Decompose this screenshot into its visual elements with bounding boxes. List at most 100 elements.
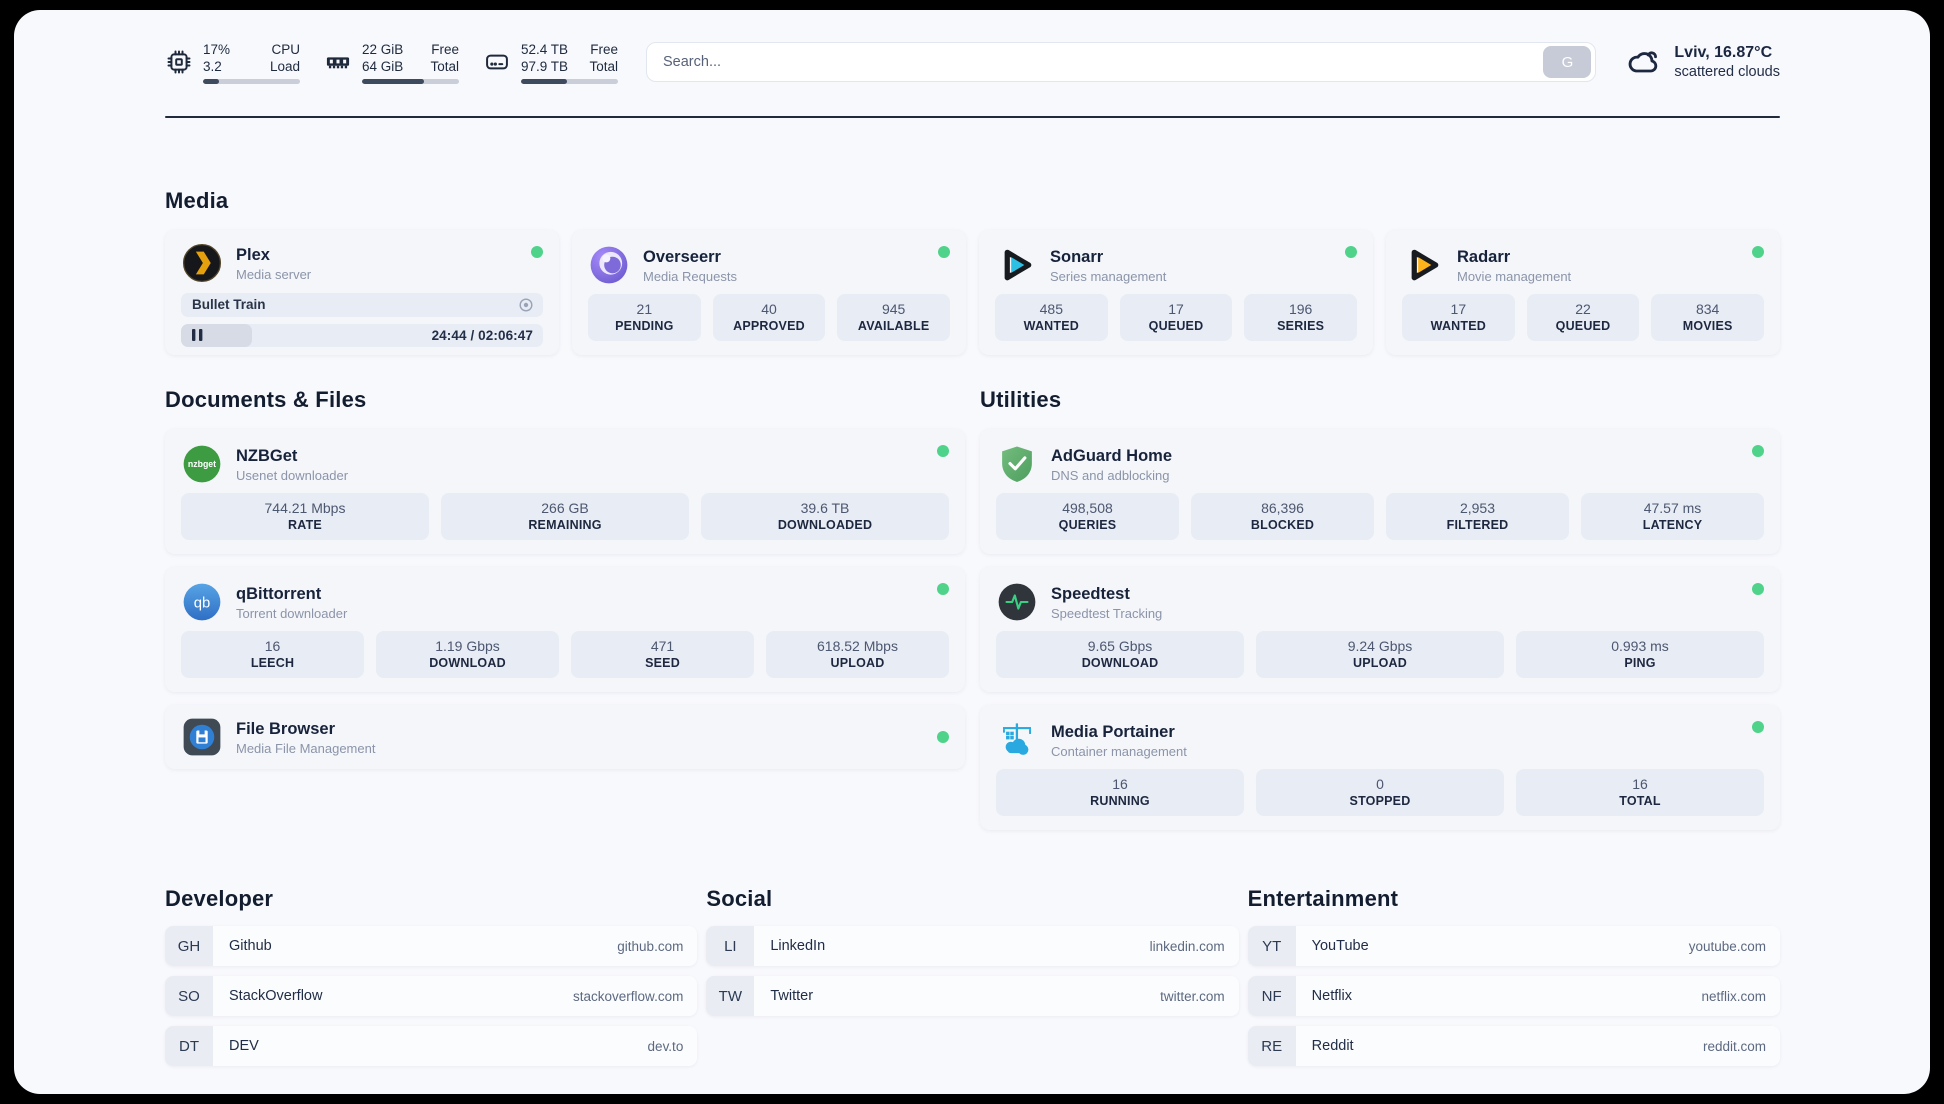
cpu-icon	[167, 50, 191, 74]
bookmark-github[interactable]: GH Github github.com	[165, 926, 698, 966]
app-card-portainer[interactable]: Media Portainer Container management 16 R…	[980, 705, 1780, 830]
bookmark-dev[interactable]: DT DEV dev.to	[165, 1026, 698, 1066]
bookmark-url: twitter.com	[1160, 988, 1225, 1004]
memory-icon	[326, 57, 350, 69]
stat-pill: 834 MOVIES	[1651, 294, 1764, 341]
stat-pill: 16 TOTAL	[1516, 769, 1764, 816]
app-card-sonarr[interactable]: Sonarr Series management 485 WANTED 17 QUE…	[979, 230, 1373, 355]
bookmark-abbr: RE	[1247, 1026, 1296, 1066]
stat-pill: 16 LEECH	[181, 631, 364, 678]
pause-button[interactable]	[181, 329, 203, 342]
stat-pill: 17 WANTED	[1402, 294, 1515, 341]
app-subtitle: DNS and adblocking	[1051, 467, 1170, 483]
app-card-nzbget[interactable]: nzbget NZBGet Usenet downloader 744.21 M…	[165, 429, 965, 554]
bookmark-name: StackOverflow	[229, 988, 323, 1004]
bookmark-url: reddit.com	[1702, 1038, 1766, 1054]
stat-pill: 21 PENDING	[588, 294, 701, 341]
bookmark-abbr: YT	[1247, 926, 1296, 966]
stat-pill: 1.19 Gbps DOWNLOAD	[376, 631, 559, 678]
cpu-progress-track	[203, 78, 300, 84]
stat-pill: 945 AVAILABLE	[837, 294, 950, 341]
qbittorrent-icon: qb	[183, 583, 221, 621]
app-card-radarr[interactable]: Radarr Movie management 17 WANTED 22 QUEUE…	[1386, 230, 1780, 355]
memory-free-value: 22 GiB	[362, 41, 404, 57]
app-subtitle: Usenet downloader	[236, 467, 349, 483]
bookmark-url: netflix.com	[1701, 988, 1766, 1004]
app-subtitle: Series management	[1050, 268, 1167, 284]
status-dot	[1752, 721, 1764, 733]
app-title: Overseerr	[643, 247, 721, 266]
app-subtitle: Media File Management	[236, 740, 376, 756]
bookmark-name: YouTube	[1311, 938, 1369, 954]
stat-pill: 47.57 ms LATENCY	[1581, 493, 1764, 540]
bookmark-abbr: GH	[165, 926, 213, 966]
app-subtitle: Media Requests	[643, 268, 737, 284]
memory-free-label: Free	[431, 41, 459, 57]
bookmark-abbr: TW	[706, 976, 755, 1016]
bookmark-twitter[interactable]: TW Twitter twitter.com	[706, 976, 1239, 1016]
bookmark-youtube[interactable]: YT YouTube youtube.com	[1247, 926, 1780, 966]
search-engine-button[interactable]: G	[1543, 46, 1592, 78]
app-title: NZBGet	[236, 446, 298, 465]
plex-icon	[182, 243, 222, 283]
now-playing-title: Bullet Train	[192, 297, 266, 313]
bookmark-abbr: LI	[706, 926, 755, 966]
status-dot	[937, 731, 949, 743]
dashboard-panel: 17% 3.2 CPU Load 22 GiB 64 GiB Free Tota…	[14, 10, 1930, 1094]
search-bar: G	[646, 42, 1597, 82]
bookmark-linkedin[interactable]: LI LinkedIn linkedin.com	[706, 926, 1239, 966]
status-dot	[1345, 246, 1357, 258]
cpu-load-label: Load	[269, 58, 300, 74]
weather-location-temp: Lviv, 16.87°C	[1674, 43, 1773, 61]
bookmark-stackoverflow[interactable]: SO StackOverflow stackoverflow.com	[165, 976, 698, 1016]
bookmark-name: Reddit	[1311, 1038, 1354, 1054]
memory-total-label: Total	[430, 58, 459, 74]
app-title: Radarr	[1457, 247, 1511, 266]
app-title: Media Portainer	[1051, 722, 1175, 741]
app-subtitle: Media server	[236, 266, 312, 282]
memory-progress-fill	[362, 78, 425, 84]
app-card-speedtest[interactable]: Speedtest Speedtest Tracking 9.65 Gbps DO…	[980, 567, 1780, 692]
app-card-filebrowser[interactable]: File Browser Media File Management	[165, 705, 965, 769]
bookmark-name: Github	[229, 938, 272, 954]
bookmark-name: Twitter	[770, 988, 814, 1004]
app-card-plex[interactable]: Plex Media server Bullet Train 24:44 / 0…	[165, 230, 559, 355]
cast-icon[interactable]	[518, 297, 534, 313]
app-card-qbittorrent[interactable]: qb qBittorrent Torrent downloader 16 LEEC…	[165, 567, 965, 692]
status-dot	[938, 246, 950, 258]
status-dot	[1752, 583, 1764, 595]
app-title: Sonarr	[1050, 247, 1104, 266]
app-card-overseerr[interactable]: Overseerr Media Requests 21 PENDING 40 APP…	[572, 230, 966, 355]
storage-free-value: 52.4 TB	[521, 41, 569, 57]
memory-stat: 22 GiB 64 GiB Free Total	[324, 41, 459, 84]
adguard-icon	[1002, 446, 1032, 482]
stat-pill: 39.6 TB DOWNLOADED	[701, 493, 949, 540]
stat-pill: 485 WANTED	[995, 294, 1108, 341]
storage-progress-fill	[521, 78, 567, 84]
section-title-social: Social	[706, 886, 773, 911]
section-title-documents: Documents & Files	[165, 387, 367, 412]
stat-pill: 0 STOPPED	[1256, 769, 1504, 816]
sonarr-icon	[1004, 249, 1032, 281]
bookmark-reddit[interactable]: RE Reddit reddit.com	[1247, 1026, 1780, 1066]
app-title: qBittorrent	[236, 584, 322, 603]
weather-condition: scattered clouds	[1674, 63, 1780, 80]
cpu-progress-fill	[203, 78, 220, 84]
overseerr-icon	[590, 246, 628, 284]
section-title-developer: Developer	[165, 886, 274, 911]
search-input[interactable]	[647, 54, 1544, 70]
bookmark-abbr: SO	[165, 976, 213, 1016]
section-title-entertainment: Entertainment	[1247, 886, 1399, 911]
status-dot	[1752, 445, 1764, 457]
cpu-load-value: 3.2	[203, 58, 222, 74]
playback-progress: 24:44 / 02:06:47	[181, 323, 543, 347]
app-card-adguard[interactable]: AdGuard Home DNS and adblocking 498,508 Q…	[980, 429, 1780, 554]
app-subtitle: Movie management	[1457, 268, 1572, 284]
nzbget-icon: nzbget	[183, 445, 221, 483]
bookmark-netflix[interactable]: NF Netflix netflix.com	[1247, 976, 1780, 1016]
bookmark-name: LinkedIn	[770, 938, 826, 954]
storage-total-label: Total	[589, 58, 618, 74]
stat-pill: 17 QUEUED	[1119, 294, 1233, 341]
weather-widget: Lviv, 16.87°C scattered clouds	[1626, 43, 1780, 82]
bookmark-url: youtube.com	[1688, 938, 1766, 954]
